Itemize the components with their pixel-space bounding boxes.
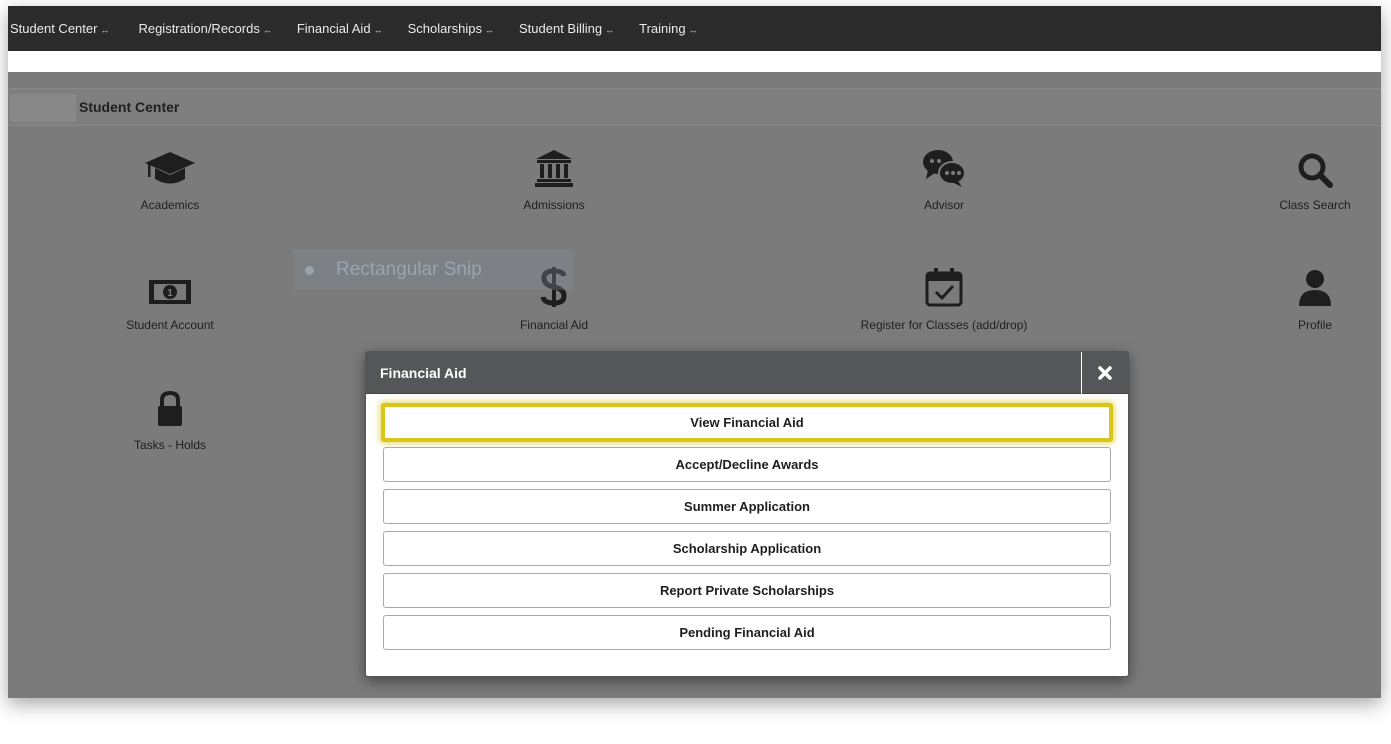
header-logo-block: [10, 94, 76, 122]
nav-label: Training: [639, 21, 686, 36]
modal-header: Financial Aid: [366, 352, 1128, 394]
user-icon: [1225, 264, 1391, 308]
svg-text:1: 1: [167, 288, 173, 299]
snip-dot-icon: [305, 265, 314, 275]
nav-training[interactable]: Training ↔: [625, 21, 708, 36]
nav-label: Financial Aid: [296, 21, 371, 36]
financial-aid-modal: Financial Aid View Financial Aid Accept/…: [365, 351, 1129, 677]
view-financial-aid-button[interactable]: View Financial Aid: [381, 403, 1113, 442]
browser-frame: Student Center ↔ Registration/Records ↔ Fi…: [8, 6, 1381, 698]
chat-bubbles-icon: [854, 144, 1034, 188]
caret-icon: ↔: [688, 25, 698, 35]
nav-label: Scholarships: [407, 21, 482, 36]
spacer-bar: [8, 51, 1381, 72]
top-navigation: Student Center ↔ Registration/Records ↔ Fi…: [8, 6, 1381, 51]
tile-label: Register for Classes (add/drop): [860, 318, 1028, 332]
tile-label: Class Search: [1279, 198, 1351, 212]
accept-decline-awards-button[interactable]: Accept/Decline Awards: [383, 447, 1111, 482]
nav-student-billing[interactable]: Student Billing ↔: [505, 21, 625, 36]
close-icon: [1098, 366, 1112, 380]
tile-profile[interactable]: Profile: [1225, 264, 1391, 332]
calendar-check-icon: [854, 264, 1034, 308]
nav-label: Registration/Records: [138, 21, 260, 36]
graduation-cap-icon: [80, 144, 260, 188]
page-header: Student Center: [8, 88, 1381, 126]
page-title: Student Center: [79, 99, 180, 115]
tile-academics[interactable]: Academics: [80, 144, 260, 212]
tile-label: Advisor: [923, 198, 964, 212]
pending-financial-aid-button[interactable]: Pending Financial Aid: [383, 615, 1111, 650]
main-content: Student Center Academics Admissions Advi…: [8, 72, 1381, 698]
tile-label: Admissions: [523, 198, 585, 212]
nav-financial-aid[interactable]: Financial Aid ↔: [283, 21, 394, 36]
tile-label: Financial Aid: [519, 318, 589, 332]
report-private-scholarships-button[interactable]: Report Private Scholarships: [383, 573, 1111, 608]
modal-title: Financial Aid: [380, 365, 467, 381]
tile-label: Academics: [140, 198, 200, 212]
money-icon: 1: [80, 264, 260, 308]
caret-icon: ↔: [373, 25, 383, 35]
lock-icon: [80, 384, 260, 428]
nav-label: Student Billing: [519, 21, 603, 36]
tile-admissions[interactable]: Admissions: [464, 144, 644, 212]
tile-student-account[interactable]: 1 Student Account: [80, 264, 260, 332]
tile-register-classes[interactable]: Register for Classes (add/drop): [854, 264, 1034, 332]
nav-scholarships[interactable]: Scholarships ↔: [394, 21, 505, 36]
tile-advisor[interactable]: Advisor: [854, 144, 1034, 212]
tile-label: Profile: [1297, 318, 1332, 332]
caret-icon: ↔: [100, 25, 110, 35]
scholarship-application-button[interactable]: Scholarship Application: [383, 531, 1111, 566]
close-button[interactable]: [1081, 352, 1128, 394]
search-icon: [1225, 144, 1391, 188]
caret-icon: ↔: [605, 25, 615, 35]
tile-class-search[interactable]: Class Search: [1225, 144, 1391, 212]
rectangular-snip-tooltip: Rectangular Snip: [293, 250, 573, 290]
tile-tasks-holds[interactable]: Tasks - Holds: [80, 384, 260, 452]
nav-registration-records[interactable]: Registration/Records ↔: [120, 21, 282, 36]
caret-icon: ↔: [262, 25, 272, 35]
modal-body: View Financial Aid Accept/Decline Awards…: [366, 394, 1128, 650]
summer-application-button[interactable]: Summer Application: [383, 489, 1111, 524]
snip-label: Rectangular Snip: [336, 259, 482, 280]
nav-student-center[interactable]: Student Center ↔: [8, 21, 120, 36]
nav-label: Student Center: [10, 21, 98, 36]
tile-label: Tasks - Holds: [133, 438, 207, 452]
tile-label: Student Account: [126, 318, 214, 332]
institution-icon: [464, 144, 644, 188]
caret-icon: ↔: [485, 25, 494, 35]
